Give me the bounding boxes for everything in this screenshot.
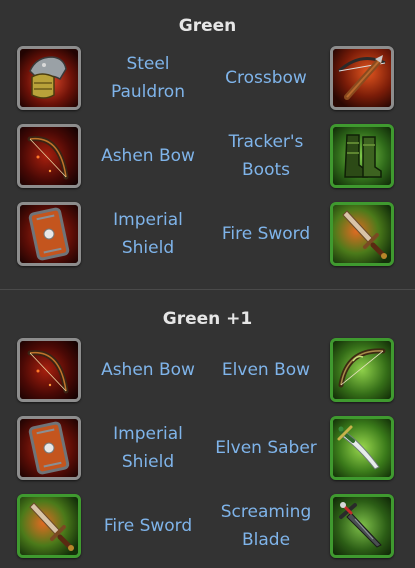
crossbow-icon — [333, 49, 391, 107]
item-name[interactable]: Ashen Bow — [93, 124, 203, 188]
item-row: Fire Sword Screaming Blade — [0, 494, 415, 564]
item-name[interactable]: Ashen Bow — [93, 338, 203, 402]
imperial-shield-icon — [20, 205, 78, 263]
item-slot[interactable] — [17, 494, 81, 558]
section-title: Green — [178, 16, 237, 36]
ashen-bow-icon — [20, 127, 78, 185]
trackers-boots-icon — [333, 127, 391, 185]
item-slot[interactable] — [17, 46, 81, 110]
screaming-blade-icon — [333, 497, 391, 555]
item-name[interactable]: Elven Bow — [210, 338, 322, 402]
imperial-shield-icon — [20, 419, 78, 477]
item-name[interactable]: Imperial Shield — [93, 202, 203, 266]
elven-saber-icon — [333, 419, 391, 477]
item-name[interactable]: Fire Sword — [93, 494, 203, 558]
steel-pauldron-icon — [20, 49, 78, 107]
item-name[interactable]: Steel Pauldron — [93, 46, 203, 110]
item-slot[interactable] — [330, 338, 394, 402]
item-slot[interactable] — [330, 202, 394, 266]
item-slot[interactable] — [330, 416, 394, 480]
item-name[interactable]: Imperial Shield — [93, 416, 203, 480]
item-slot[interactable] — [17, 202, 81, 266]
item-name[interactable]: Crossbow — [210, 46, 322, 110]
item-row: Imperial Shield Fire Sword — [0, 202, 415, 272]
item-name[interactable]: Fire Sword — [210, 202, 322, 266]
item-name[interactable]: Tracker's Boots — [210, 124, 322, 188]
item-slot[interactable] — [17, 124, 81, 188]
item-slot[interactable] — [330, 46, 394, 110]
item-name[interactable]: Elven Saber — [210, 416, 322, 480]
item-slot[interactable] — [330, 124, 394, 188]
item-name[interactable]: Screaming Blade — [210, 494, 322, 558]
elven-bow-icon — [333, 341, 391, 399]
fire-sword-icon — [333, 205, 391, 263]
item-row: Ashen Bow Tracker's Boots — [0, 124, 415, 194]
section-green: Green Steel Pauldron Crossbow Ashen Bow … — [0, 0, 415, 290]
item-slot[interactable] — [330, 494, 394, 558]
item-slot[interactable] — [17, 338, 81, 402]
ashen-bow-icon — [20, 341, 78, 399]
section-green-plus-1: Green +1 Ashen Bow Elven Bow Imperial Sh… — [0, 290, 415, 568]
fire-sword-icon — [20, 497, 78, 555]
item-row: Ashen Bow Elven Bow — [0, 338, 415, 408]
section-title: Green +1 — [162, 309, 253, 329]
item-row: Imperial Shield Elven Saber — [0, 416, 415, 486]
item-row: Steel Pauldron Crossbow — [0, 46, 415, 116]
item-slot[interactable] — [17, 416, 81, 480]
